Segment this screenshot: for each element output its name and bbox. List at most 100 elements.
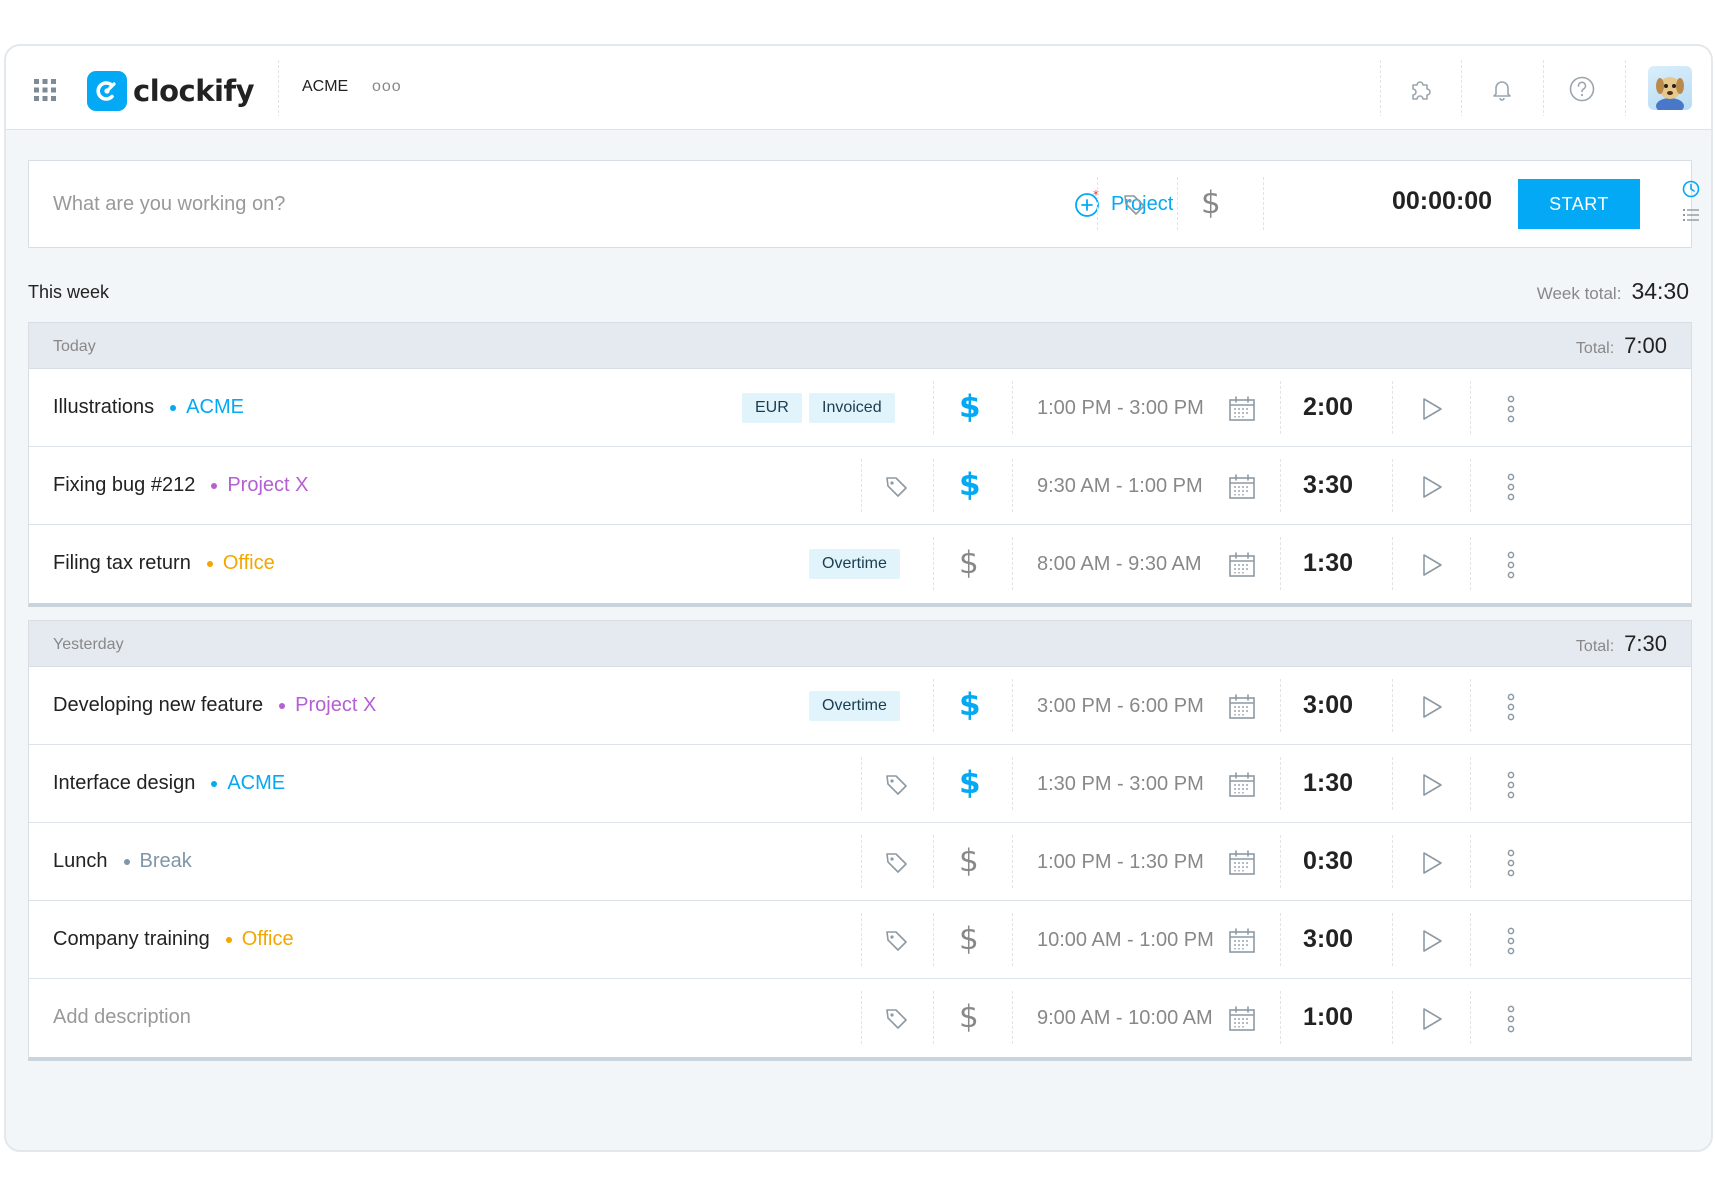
project-color-dot — [170, 404, 177, 411]
play-icon[interactable] — [1419, 772, 1445, 798]
entry-time-range[interactable]: 3:00 PM - 6:00 PM — [1037, 695, 1204, 718]
entry-time-range[interactable]: 10:00 AM - 1:00 PM — [1037, 929, 1214, 952]
calendar-icon[interactable] — [1228, 693, 1256, 721]
billable-icon[interactable]: $ — [959, 921, 979, 957]
entry-project[interactable]: Break — [123, 850, 192, 873]
play-icon[interactable] — [1419, 474, 1445, 500]
entry-project[interactable]: Office — [206, 552, 275, 575]
billable-icon[interactable]: $ — [959, 843, 979, 879]
entry-description[interactable]: Interface design ACME — [53, 772, 285, 795]
entry-duration[interactable]: 3:30 — [1278, 471, 1378, 500]
week-total-label: Week total: — [1536, 284, 1622, 303]
puzzle-icon[interactable] — [1406, 74, 1436, 104]
apps-grid-icon[interactable] — [33, 78, 57, 102]
entry-project[interactable]: ACME — [170, 396, 244, 419]
entry-duration[interactable]: 1:30 — [1278, 769, 1378, 798]
play-icon[interactable] — [1419, 928, 1445, 954]
calendar-icon[interactable] — [1228, 551, 1256, 579]
top-bar: clockify ACME ooo — [6, 46, 1711, 130]
entry-project-label: Office — [241, 928, 294, 950]
entry-project-label: ACME — [227, 772, 286, 794]
entry-duration[interactable]: 0:30 — [1278, 847, 1378, 876]
tag-badge[interactable]: Overtime — [809, 691, 900, 721]
entry-description-text: Developing new feature — [53, 694, 264, 716]
entry-time-range[interactable]: 1:00 PM - 3:00 PM — [1037, 397, 1204, 420]
entry-description[interactable]: Fixing bug #212 Project X — [53, 474, 308, 497]
tag-icon[interactable] — [885, 773, 909, 797]
entry-description[interactable]: Lunch Break — [53, 850, 192, 873]
more-options-icon[interactable] — [1503, 550, 1519, 580]
entry-description[interactable]: Filing tax return Office — [53, 552, 275, 575]
calendar-icon[interactable] — [1228, 771, 1256, 799]
entry-time-range[interactable]: 8:00 AM - 9:30 AM — [1037, 553, 1202, 576]
more-options-icon[interactable] — [1503, 472, 1519, 502]
entry-project[interactable]: Project X — [279, 694, 376, 717]
more-options-icon[interactable] — [1503, 692, 1519, 722]
tag-icon[interactable] — [1123, 193, 1147, 217]
entry-duration[interactable]: 1:00 — [1278, 1003, 1378, 1032]
entry-description[interactable]: Company training Office — [53, 928, 294, 951]
entry-time-range[interactable]: 1:00 PM - 1:30 PM — [1037, 851, 1204, 874]
entry-time-range[interactable]: 1:30 PM - 3:00 PM — [1037, 773, 1204, 796]
workspace-name[interactable]: ACME — [302, 78, 348, 96]
more-options-icon[interactable] — [1503, 926, 1519, 956]
entry-project[interactable]: ACME — [211, 772, 285, 795]
help-icon[interactable] — [1567, 74, 1597, 104]
manual-mode-list-icon[interactable] — [1681, 205, 1701, 225]
timer-mode-clock-icon[interactable] — [1681, 179, 1701, 199]
calendar-icon[interactable] — [1228, 1005, 1256, 1033]
entry-duration[interactable]: 1:30 — [1278, 549, 1378, 578]
calendar-icon[interactable] — [1228, 927, 1256, 955]
entry-description[interactable]: Developing new feature Project X — [53, 694, 376, 717]
day-total-value: 7:30 — [1624, 631, 1667, 656]
day-label: Today — [53, 338, 96, 355]
tag-badge[interactable]: Overtime — [809, 549, 900, 579]
more-options-icon[interactable] — [1503, 770, 1519, 800]
tag-icon[interactable] — [885, 475, 909, 499]
tag-icon[interactable] — [885, 1007, 909, 1031]
entry-duration[interactable]: 3:00 — [1278, 925, 1378, 954]
start-button[interactable]: START — [1518, 179, 1640, 229]
billable-icon[interactable]: $ — [959, 467, 981, 503]
entry-project[interactable]: Project X — [211, 474, 308, 497]
play-icon[interactable] — [1419, 850, 1445, 876]
calendar-icon[interactable] — [1228, 473, 1256, 501]
tag-icon[interactable] — [885, 851, 909, 875]
entry-project[interactable]: Office — [225, 928, 294, 951]
billable-icon[interactable]: $ — [959, 389, 981, 425]
more-options-icon[interactable] — [1503, 848, 1519, 878]
description-input[interactable] — [53, 189, 953, 219]
play-icon[interactable] — [1419, 396, 1445, 422]
calendar-icon[interactable] — [1228, 395, 1256, 423]
billable-icon[interactable]: $ — [959, 999, 979, 1035]
billable-icon[interactable]: $ — [959, 765, 981, 801]
time-entry-row: Developing new feature Project X Overtim… — [29, 667, 1691, 745]
billable-icon[interactable]: $ — [959, 687, 981, 723]
play-icon[interactable] — [1419, 1006, 1445, 1032]
play-icon[interactable] — [1419, 552, 1445, 578]
divider — [1543, 60, 1544, 116]
divider — [861, 459, 862, 513]
entry-time-range[interactable]: 9:00 AM - 10:00 AM — [1037, 1007, 1213, 1030]
tag-badge[interactable]: Invoiced — [809, 393, 895, 423]
calendar-icon[interactable] — [1228, 849, 1256, 877]
entry-duration[interactable]: 3:00 — [1278, 691, 1378, 720]
tag-badge[interactable]: EUR — [742, 393, 802, 423]
entry-description-text: Lunch — [53, 850, 108, 872]
workspace-more-icon[interactable]: ooo — [372, 78, 402, 96]
entry-description[interactable]: Illustrations ACME — [53, 396, 244, 419]
tag-icon[interactable] — [885, 929, 909, 953]
divider — [1392, 835, 1393, 889]
entry-time-range[interactable]: 9:30 AM - 1:00 PM — [1037, 475, 1203, 498]
bell-icon[interactable] — [1487, 74, 1517, 104]
play-icon[interactable] — [1419, 694, 1445, 720]
clockify-logo[interactable]: clockify — [87, 71, 255, 111]
entry-duration[interactable]: 2:00 — [1278, 393, 1378, 422]
more-options-icon[interactable] — [1503, 1004, 1519, 1034]
avatar[interactable] — [1648, 66, 1692, 110]
entry-description[interactable]: Add description — [53, 1006, 191, 1029]
more-options-icon[interactable] — [1503, 394, 1519, 424]
divider — [861, 835, 862, 889]
billable-icon[interactable]: $ — [959, 545, 979, 581]
billable-toggle-icon[interactable]: $ — [1201, 185, 1221, 221]
